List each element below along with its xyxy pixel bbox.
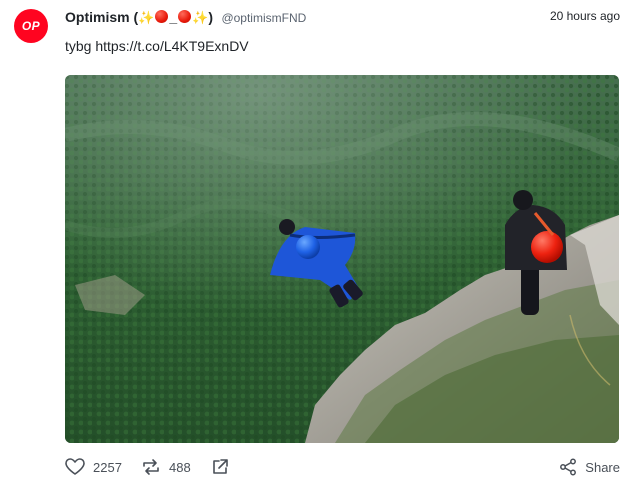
post-actions: 2257 488 Share <box>65 458 620 480</box>
author-name[interactable]: Optimism (✨ _ ✨) <box>65 9 213 26</box>
external-link-icon <box>211 458 229 476</box>
repost-count: 488 <box>169 459 191 475</box>
repost-icon <box>141 458 161 476</box>
red-circle-emoji <box>155 10 169 23</box>
wingsuit-photo <box>65 75 619 443</box>
post-header: Optimism (✨ _ ✨) @optimismFND 20 hours ago <box>65 9 620 27</box>
avatar[interactable]: OP <box>14 9 48 43</box>
share-icon <box>559 458 577 476</box>
like-count: 2257 <box>93 459 122 475</box>
author-handle[interactable]: @optimismFND <box>221 11 306 25</box>
red-circle-emoji <box>178 10 192 23</box>
post-text[interactable]: tybg https://t.co/L4KT9ExnDV <box>65 38 249 54</box>
post-image[interactable] <box>65 75 619 443</box>
open-external-button[interactable] <box>211 458 229 476</box>
sparkle-emoji: ✨ <box>192 11 209 26</box>
post-timestamp[interactable]: 20 hours ago <box>550 9 620 23</box>
repost-button[interactable]: 488 <box>141 458 191 476</box>
avatar-logo-text: OP <box>21 19 41 33</box>
heart-icon <box>65 458 85 476</box>
share-button[interactable]: Share <box>559 458 620 476</box>
like-button[interactable]: 2257 <box>65 458 122 476</box>
share-label: Share <box>585 459 620 475</box>
sparkle-emoji: ✨ <box>138 11 155 26</box>
